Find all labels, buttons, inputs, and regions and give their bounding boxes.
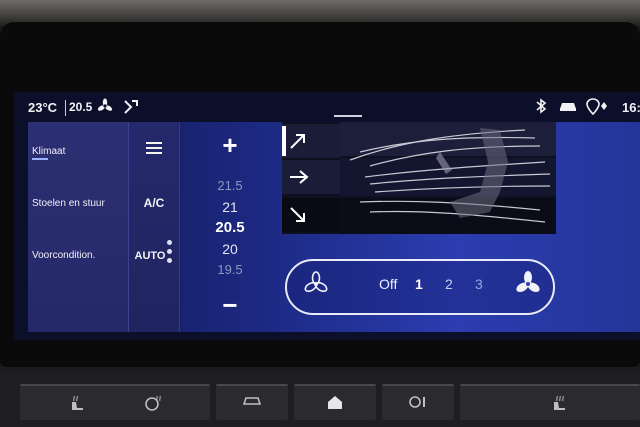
climate-panel: Klimaat Stoelen en stuur Voorcondition. … xyxy=(28,122,640,332)
seat-airflow-illustration xyxy=(340,122,556,234)
temperature-decrease-button[interactable]: − xyxy=(180,290,280,321)
bluetooth-icon xyxy=(535,98,547,117)
home-icon xyxy=(328,396,342,409)
air-direction-center-button[interactable] xyxy=(282,160,340,194)
right-arrow-icon xyxy=(290,170,309,184)
auto-mode-dots-icon xyxy=(167,240,173,268)
climate-sidebar: Klimaat Stoelen en stuur Voorcondition. xyxy=(28,122,129,332)
outside-temperature: 23°C xyxy=(28,100,58,115)
climate-controls-column: A/C AUTO xyxy=(129,122,180,332)
steering-heat-icon xyxy=(145,395,161,411)
home-button[interactable] xyxy=(294,384,376,420)
temperature-increase-button[interactable]: + xyxy=(180,130,280,161)
temperature-selector: + 21.5 21 20.5 20 19.5 − xyxy=(180,122,280,332)
air-direction-indicator xyxy=(282,126,286,156)
fan-speed-control[interactable]: Off 1 2 3 xyxy=(285,259,555,315)
fan-increase-icon[interactable] xyxy=(515,271,541,302)
up-right-arrow-icon xyxy=(290,134,305,149)
status-handle[interactable] xyxy=(334,115,362,117)
climate-fan-icon xyxy=(409,396,425,408)
clock: 16: xyxy=(622,100,640,115)
down-right-arrow-icon xyxy=(290,207,305,222)
ac-button[interactable]: A/C xyxy=(129,196,179,210)
status-bar: 23°C 20.5 16: xyxy=(14,96,640,122)
physical-button-row xyxy=(0,372,640,427)
fan-decrease-icon[interactable] xyxy=(303,271,329,302)
fan-level-2[interactable]: 2 xyxy=(445,276,453,292)
status-divider xyxy=(65,100,66,116)
seat-heat-icon xyxy=(72,395,83,410)
air-direction-panel xyxy=(282,122,556,234)
fan-level-1[interactable]: 1 xyxy=(415,276,423,292)
fan-level-3[interactable]: 3 xyxy=(475,276,483,292)
car-icon xyxy=(242,397,262,405)
sidebar-item-klimaat[interactable]: Klimaat xyxy=(32,146,65,157)
car-status-icon xyxy=(558,98,578,117)
temperature-option[interactable]: 21.5 xyxy=(180,178,280,193)
fan-level-off[interactable]: Off xyxy=(379,276,397,292)
temperature-option[interactable]: 21 xyxy=(180,199,280,215)
seat-ventilation-icon xyxy=(554,395,565,410)
air-direction-down-button[interactable] xyxy=(282,198,340,232)
climate-button[interactable] xyxy=(382,384,454,420)
seat-ventilation-button[interactable] xyxy=(460,384,640,420)
menu-button[interactable] xyxy=(129,140,179,159)
sidebar-item-voorcondition[interactable]: Voorcondition. xyxy=(32,250,95,261)
car-menu-button[interactable] xyxy=(216,384,288,420)
temperature-option[interactable]: 20 xyxy=(180,241,280,257)
air-direction-up-button[interactable] xyxy=(282,124,340,158)
status-set-temperature[interactable]: 20.5 xyxy=(69,100,92,114)
sidebar-active-indicator xyxy=(32,158,48,160)
sidebar-item-stoelen-en-stuur[interactable]: Stoelen en stuur xyxy=(32,198,105,209)
menu-icon xyxy=(146,142,162,154)
fan-icon[interactable] xyxy=(97,98,113,117)
location-heart-icon xyxy=(586,98,608,119)
temperature-selected[interactable]: 20.5 xyxy=(180,219,280,236)
seat-airflow-icon[interactable] xyxy=(122,98,140,119)
seat-heating-buttons[interactable] xyxy=(20,384,210,420)
temperature-option[interactable]: 19.5 xyxy=(180,262,280,277)
